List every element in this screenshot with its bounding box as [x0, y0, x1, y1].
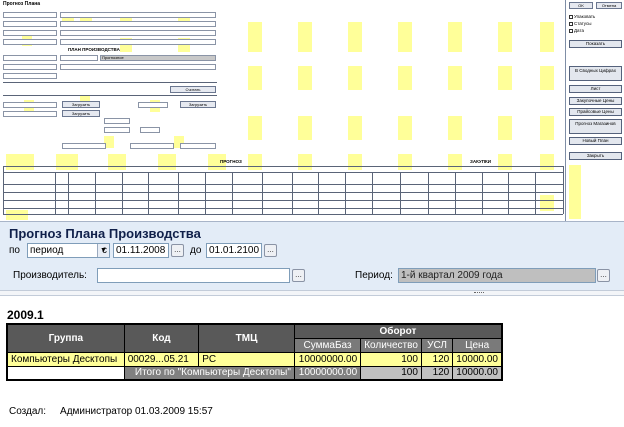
created-label: Создал:: [9, 406, 47, 417]
designer-close-button[interactable]: Закрыть: [569, 152, 622, 160]
designer-check-date[interactable]: Дата: [569, 28, 584, 33]
from-date-picker-button[interactable]: ...: [171, 244, 184, 257]
cell-item: PC: [198, 351, 295, 367]
designer-export-button[interactable]: В Сводных Цифрах: [569, 66, 622, 81]
cell-price: 10000.00: [452, 351, 503, 367]
total-usl: 120: [420, 365, 454, 381]
designer-title: Прогноз Плана: [3, 1, 41, 7]
designer-check-status[interactable]: Статусы: [569, 21, 591, 26]
from-label: с: [102, 245, 107, 256]
period-label: Период:: [355, 270, 393, 281]
total-spacer: [7, 366, 125, 380]
producer-input[interactable]: [97, 268, 290, 283]
table-row[interactable]: Компьютеры Десктопы 00029...05.21 PC 100…: [6, 351, 503, 367]
period-picker-button[interactable]: ...: [597, 269, 610, 282]
designer-purchase-prices-button[interactable]: Закупочные Цены: [569, 97, 622, 105]
designer-forecast-select[interactable]: Прогнозное: [100, 55, 216, 61]
total-row: Итого по "Компьютеры Десктопы" 10000000.…: [7, 365, 503, 381]
to-date-picker-button[interactable]: ...: [264, 244, 277, 257]
designer-new-plan-button[interactable]: Новый План: [569, 137, 622, 145]
cell-usl: 120: [420, 351, 454, 367]
col-price-header: Цена: [452, 337, 503, 353]
designer-section-forecast: ПРОГНОЗ: [220, 159, 242, 164]
forecast-window: Прогноз Плана ПЛАН ПРОИЗВОДСТВА Прогнозн…: [0, 0, 624, 427]
created-value: Администратор 01.03.2009 15:57: [60, 406, 213, 417]
designer-store-forecast-button[interactable]: Прогноз Магазинов: [569, 119, 622, 134]
period-type-select[interactable]: период ▼: [27, 243, 110, 258]
report-header-row: Группа Код ТМЦ Оборот: [6, 323, 503, 353]
form-designer-preview: Прогноз Плана ПЛАН ПРОИЗВОДСТВА Прогнозн…: [0, 0, 624, 222]
report-created-footer: Создал: Администратор 01.03.2009 15:57: [9, 406, 213, 417]
designer-canvas[interactable]: Прогноз Плана ПЛАН ПРОИЗВОДСТВА Прогнозн…: [0, 0, 566, 221]
designer-load-button-3[interactable]: Загрузить: [62, 110, 100, 117]
col-item-header: ТМЦ: [198, 323, 295, 353]
page-title: Прогноз Плана Производства: [9, 226, 201, 241]
producer-picker-button[interactable]: ...: [292, 269, 305, 282]
designer-load-button-1[interactable]: Загрузить: [62, 101, 100, 108]
col-sum-header: СуммаБаз: [293, 337, 362, 353]
total-qty: 100: [360, 365, 422, 381]
cell-code: 00029...05.21: [123, 351, 200, 367]
designer-sheet-button[interactable]: Лист: [569, 85, 622, 93]
total-price: 10000.00: [452, 365, 503, 381]
designer-cancel-button[interactable]: Отмена: [596, 2, 622, 9]
designer-section-production: ПЛАН ПРОИЗВОДСТВА: [68, 47, 120, 52]
to-date-input[interactable]: 01.01.2100: [206, 243, 262, 258]
po-label: по: [9, 245, 20, 256]
col-turnover-header: Оборот: [293, 323, 503, 339]
designer-section-stock: ЗАКУПКИ: [470, 159, 491, 164]
period-value-field[interactable]: 1-й квартал 2009 года: [398, 268, 596, 283]
col-group-header: Группа: [6, 323, 125, 353]
designer-show-button[interactable]: Показать: [569, 40, 622, 48]
cell-group: Компьютеры Десктопы: [6, 351, 125, 367]
designer-price-list-button[interactable]: Прайсовые Цены: [569, 108, 622, 116]
report-table: Группа Код ТМЦ Оборот СуммаБаз Количеств…: [6, 323, 503, 381]
designer-calc-button[interactable]: Считать: [170, 86, 216, 93]
total-label: Итого по "Компьютеры Десктопы": [123, 365, 295, 381]
designer-load-button-2[interactable]: Загрузить: [180, 101, 216, 108]
designer-check-pack[interactable]: Упаковать: [569, 14, 595, 19]
col-code-header: Код: [123, 323, 200, 353]
from-date-input[interactable]: 01.11.2008: [113, 243, 169, 258]
cell-sum: 10000000.00: [293, 351, 362, 367]
col-qty-header: Количество: [360, 337, 422, 353]
splitter-grip-icon[interactable]: [474, 292, 484, 294]
report-period-heading: 2009.1: [7, 308, 44, 322]
designer-ok-button[interactable]: OK: [569, 2, 593, 9]
to-label: до: [190, 245, 202, 256]
producer-label: Производитель:: [13, 270, 87, 281]
cell-qty: 100: [360, 351, 422, 367]
designer-toolbar: OK Отмена Упаковать Статусы Дата Показат…: [567, 0, 624, 221]
total-sum: 10000000.00: [293, 365, 362, 381]
col-usl-header: УСЛ: [420, 337, 454, 353]
